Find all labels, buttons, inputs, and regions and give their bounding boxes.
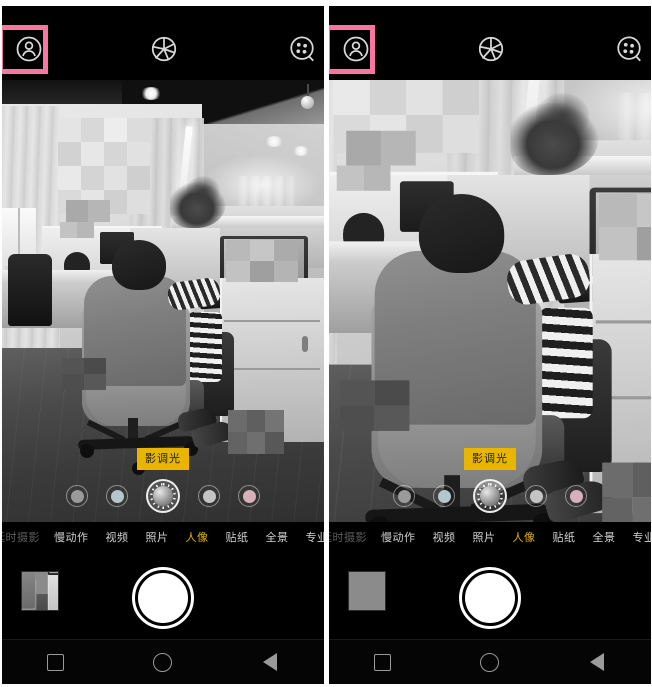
annotation-highlight-box xyxy=(329,25,375,74)
nav-back-button[interactable] xyxy=(577,647,617,677)
filter-carousel[interactable] xyxy=(329,475,651,517)
nav-back-button[interactable] xyxy=(250,647,290,677)
mosaic-blur-2 xyxy=(62,358,106,390)
mode-selector[interactable]: 延时摄影 慢动作 视频 照片 人像 贴纸 全景 专业 xyxy=(2,522,324,552)
mode-pro[interactable]: 专业 xyxy=(306,529,325,545)
capture-controls xyxy=(329,552,651,646)
filter-swatch-2[interactable] xyxy=(106,485,128,507)
triangle-icon xyxy=(590,653,605,671)
capture-controls xyxy=(2,552,324,646)
mosaic-blur-monitor xyxy=(599,193,651,261)
phone-screen-left: 影调光 延时摄影 慢动作 视频 照片 人像 贴纸 全景 专业 xyxy=(2,6,324,684)
mosaic-blur-monitor xyxy=(226,240,298,282)
annotation-highlight-box xyxy=(2,25,48,74)
nav-recents-button[interactable] xyxy=(36,647,76,677)
nav-recents-button[interactable] xyxy=(363,647,403,677)
mode-selector[interactable]: 延时摄影 慢动作 视频 照片 人像 贴纸 全景 专业 xyxy=(329,522,651,552)
panel-divider xyxy=(324,0,329,687)
camera-viewfinder[interactable]: 影调光 xyxy=(2,80,324,522)
screenshot-root: 影调光 延时摄影 慢动作 视频 照片 人像 贴纸 全景 专业 xyxy=(0,0,652,687)
mosaic-blur-2 xyxy=(339,380,410,431)
triangle-icon xyxy=(263,653,278,671)
mode-portrait[interactable]: 人像 xyxy=(186,529,209,545)
mode-portrait[interactable]: 人像 xyxy=(513,529,536,545)
aperture-icon[interactable] xyxy=(149,34,179,64)
filter-swatch-3-selected[interactable] xyxy=(473,479,507,513)
filter-swatch-3-selected[interactable] xyxy=(146,479,180,513)
square-icon xyxy=(47,653,65,671)
mosaic-blur-1 xyxy=(336,165,391,191)
android-navigation-bar xyxy=(329,639,651,684)
circle-icon xyxy=(480,652,500,672)
camera-viewfinder[interactable]: 影调光 xyxy=(329,80,651,522)
aperture-icon[interactable] xyxy=(476,34,506,64)
shutter-button[interactable] xyxy=(459,567,521,629)
mosaic-blur-wall-2 xyxy=(346,130,416,166)
mode-photo[interactable]: 照片 xyxy=(473,529,496,545)
mode-video[interactable]: 视频 xyxy=(106,529,129,545)
filter-swatch-1[interactable] xyxy=(393,485,415,507)
filter-swatch-5[interactable] xyxy=(565,485,587,507)
android-navigation-bar xyxy=(2,639,324,684)
mode-photo[interactable]: 照片 xyxy=(146,529,169,545)
filter-swatch-5[interactable] xyxy=(238,485,260,507)
mode-video[interactable]: 视频 xyxy=(433,529,456,545)
gallery-thumbnail[interactable] xyxy=(348,571,386,611)
mode-slowmotion[interactable]: 慢动作 xyxy=(381,529,416,545)
filter-name-label: 影调光 xyxy=(137,448,189,470)
mosaic-blur-1 xyxy=(60,222,94,238)
mode-panorama[interactable]: 全景 xyxy=(593,529,616,545)
filter-swatch-4[interactable] xyxy=(525,485,547,507)
nav-home-button[interactable] xyxy=(143,647,183,677)
filter-name-label: 影调光 xyxy=(464,448,516,470)
mode-sticker[interactable]: 贴纸 xyxy=(553,529,576,545)
square-icon xyxy=(374,653,392,671)
filter-icon[interactable] xyxy=(614,34,644,64)
filter-swatch-1[interactable] xyxy=(66,485,88,507)
nav-home-button[interactable] xyxy=(470,647,510,677)
filter-carousel[interactable] xyxy=(2,475,324,517)
mode-timelapse[interactable]: 延时摄影 xyxy=(329,529,367,545)
shutter-button[interactable] xyxy=(132,567,194,629)
filter-swatch-4[interactable] xyxy=(198,485,220,507)
camera-topbar xyxy=(329,6,651,80)
phone-screen-right: 影调光 延时摄影 慢动作 视频 照片 人像 贴纸 全景 专业 xyxy=(329,6,651,684)
mode-panorama[interactable]: 全景 xyxy=(266,529,289,545)
filter-swatch-2[interactable] xyxy=(433,485,455,507)
mode-sticker[interactable]: 贴纸 xyxy=(226,529,249,545)
mode-slowmotion[interactable]: 慢动作 xyxy=(54,529,89,545)
circle-icon xyxy=(153,652,173,672)
mode-pro[interactable]: 专业 xyxy=(633,529,652,545)
mode-timelapse[interactable]: 延时摄影 xyxy=(2,529,40,545)
mosaic-blur-wall-2 xyxy=(66,200,110,222)
mosaic-blur-3 xyxy=(228,410,284,454)
filter-icon[interactable] xyxy=(287,34,317,64)
gallery-thumbnail[interactable] xyxy=(21,571,59,611)
camera-topbar xyxy=(2,6,324,80)
